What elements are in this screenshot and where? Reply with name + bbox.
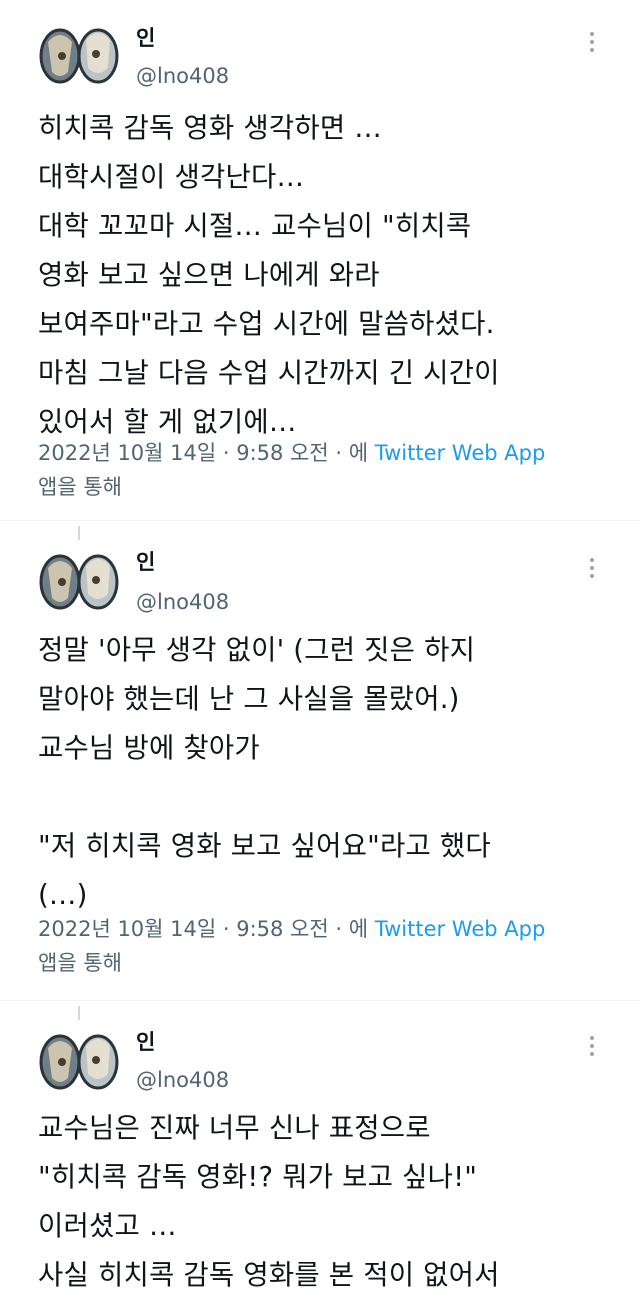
tweet-text: 히치콕 감독 영화 생각하면 … 대학시절이 생각난다… 대학 꼬꼬마 시절… … xyxy=(38,112,500,438)
tweet-text: 교수님은 진짜 너무 신나 표정으로 "히치콕 감독 영화!? 뭐가 보고 싶나… xyxy=(38,1112,500,1291)
avatar[interactable] xyxy=(38,1028,126,1092)
tweet-2[interactable]: 인 @lno408 정말 '아무 생각 없이' (그런 짓은 하지 말아야 했는… xyxy=(0,520,640,1000)
avatar[interactable] xyxy=(38,548,126,612)
display-name[interactable]: 인 xyxy=(136,1028,155,1056)
avatar[interactable] xyxy=(38,22,126,86)
more-options-icon[interactable] xyxy=(586,556,598,580)
more-options-icon[interactable] xyxy=(586,30,598,54)
user-handle[interactable]: @lno408 xyxy=(136,62,229,90)
tweet-via: 앱을 통해 xyxy=(38,475,122,499)
user-handle[interactable]: @lno408 xyxy=(136,1066,229,1094)
user-handle[interactable]: @lno408 xyxy=(136,588,229,616)
tweet-date[interactable]: 2022년 10월 14일 · 9:58 오전 · 에 xyxy=(38,917,368,941)
tweet-timestamp: 2022년 10월 14일 · 9:58 오전 · 에 Twitter Web … xyxy=(38,912,545,946)
tweet-timestamp: 2022년 10월 14일 · 9:58 오전 · 에 Twitter Web … xyxy=(38,436,545,470)
tweet-source-link[interactable]: Twitter Web App xyxy=(375,917,546,941)
tweet-3[interactable]: 인 @lno408 교수님은 진짜 너무 신나 표정으로 "히치콕 감독 영화!… xyxy=(0,1000,640,1291)
display-name[interactable]: 인 xyxy=(136,548,155,576)
tweet-text: 정말 '아무 생각 없이' (그런 짓은 하지 말아야 했는데 난 그 사실을 … xyxy=(38,634,491,911)
tweet-source-link[interactable]: Twitter Web App xyxy=(375,441,546,465)
tweet-1[interactable]: 인 @lno408 히치콕 감독 영화 생각하면 … 대학시절이 생각난다… 대… xyxy=(0,0,640,520)
display-name[interactable]: 인 xyxy=(136,24,155,52)
tweet-date[interactable]: 2022년 10월 14일 · 9:58 오전 · 에 xyxy=(38,441,368,465)
more-options-icon[interactable] xyxy=(586,1034,598,1058)
tweet-via: 앱을 통해 xyxy=(38,951,122,975)
